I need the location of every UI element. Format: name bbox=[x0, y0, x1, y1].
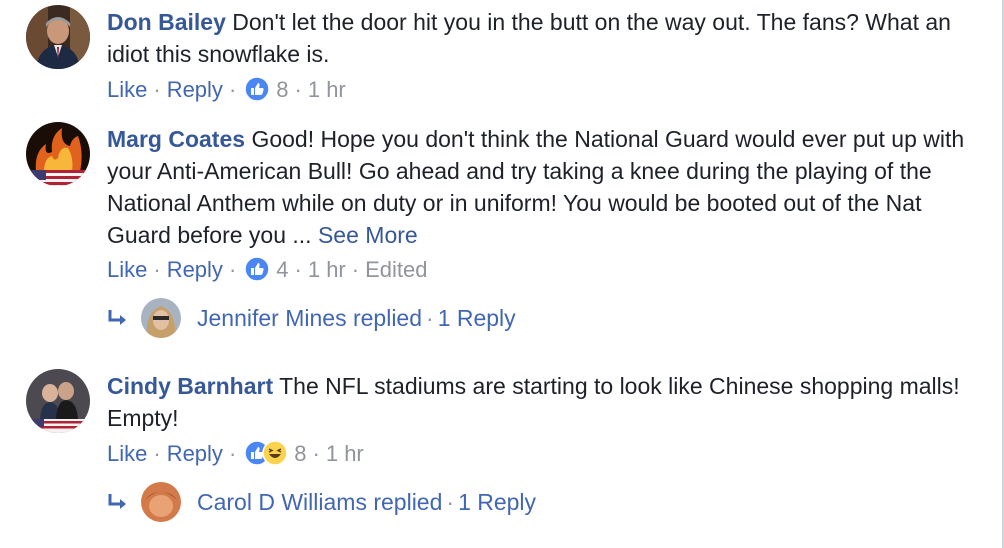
timestamp[interactable]: 1 hr bbox=[326, 441, 364, 466]
reaction-count[interactable]: 8 bbox=[294, 441, 306, 466]
like-icon bbox=[244, 256, 271, 282]
timestamp[interactable]: 1 hr bbox=[308, 77, 346, 102]
reply-avatar[interactable] bbox=[141, 298, 181, 338]
reaction-count[interactable]: 4 bbox=[276, 257, 288, 282]
separator: · bbox=[228, 441, 237, 466]
separator: · bbox=[153, 257, 161, 282]
comment-don-bailey: Don Bailey Don't let the door hit you in… bbox=[0, 0, 1002, 110]
reactions[interactable] bbox=[244, 256, 271, 290]
reply-arrow-icon bbox=[108, 310, 126, 325]
separator: · bbox=[294, 257, 302, 282]
reactions[interactable] bbox=[244, 76, 271, 110]
reply-button[interactable]: Reply bbox=[167, 441, 223, 466]
reply-arrow-icon bbox=[108, 494, 126, 509]
avatar[interactable] bbox=[26, 122, 90, 186]
comment-actions: Like · Reply · 4 · 1 hr · Edited bbox=[107, 255, 427, 290]
replies-summary[interactable]: Jennifer Mines replied · 1 Reply bbox=[197, 298, 516, 338]
like-button[interactable]: Like bbox=[107, 257, 147, 282]
comment-body: Don Bailey Don't let the door hit you in… bbox=[107, 6, 972, 70]
reply-count[interactable]: 1 Reply bbox=[458, 489, 536, 515]
comment-body: Cindy Barnhart The NFL stadiums are star… bbox=[107, 370, 972, 434]
like-button[interactable]: Like bbox=[107, 441, 147, 466]
reply-author[interactable]: Jennifer Mines bbox=[197, 305, 347, 331]
comment-cindy-barnhart: Cindy Barnhart The NFL stadiums are star… bbox=[0, 355, 1002, 548]
replied-label: replied bbox=[373, 489, 443, 515]
comment-marg-coates: Marg Coates Good! Hope you don't think t… bbox=[0, 110, 1002, 355]
reactions[interactable] bbox=[244, 440, 289, 474]
reply-author[interactable]: Carol D Williams bbox=[197, 489, 367, 515]
reply-avatar[interactable] bbox=[141, 482, 181, 522]
reply-button[interactable]: Reply bbox=[167, 257, 223, 282]
separator: · bbox=[426, 305, 434, 331]
see-more-link[interactable]: See More bbox=[318, 222, 418, 248]
author-name[interactable]: Cindy Barnhart bbox=[107, 373, 273, 399]
avatar[interactable] bbox=[26, 369, 90, 433]
separator: · bbox=[153, 77, 161, 102]
separator: · bbox=[153, 441, 161, 466]
avatar[interactable] bbox=[26, 5, 90, 69]
author-name[interactable]: Marg Coates bbox=[107, 126, 245, 152]
separator: · bbox=[446, 489, 455, 515]
comment-actions: Like · Reply · 8 · 1 hr bbox=[107, 439, 364, 474]
edited-label[interactable]: Edited bbox=[365, 257, 427, 282]
separator: · bbox=[228, 77, 237, 102]
reply-button[interactable]: Reply bbox=[167, 77, 223, 102]
reaction-count[interactable]: 8 bbox=[276, 77, 288, 102]
comment-body: Marg Coates Good! Hope you don't think t… bbox=[107, 123, 972, 251]
timestamp[interactable]: 1 hr bbox=[308, 257, 346, 282]
comment-actions: Like · Reply · 8 · 1 hr bbox=[107, 75, 346, 110]
like-button[interactable]: Like bbox=[107, 77, 147, 102]
haha-icon bbox=[262, 440, 289, 466]
comment-text: Don't let the door hit you in the butt o… bbox=[107, 9, 951, 67]
separator: · bbox=[312, 441, 320, 466]
separator: · bbox=[228, 257, 237, 282]
separator: · bbox=[351, 257, 360, 282]
separator: · bbox=[294, 77, 302, 102]
author-name[interactable]: Don Bailey bbox=[107, 9, 226, 35]
like-icon bbox=[244, 76, 271, 102]
reply-count[interactable]: 1 Reply bbox=[438, 305, 516, 331]
replied-label: replied bbox=[352, 305, 423, 331]
replies-summary[interactable]: Carol D Williams replied · 1 Reply bbox=[197, 482, 536, 522]
